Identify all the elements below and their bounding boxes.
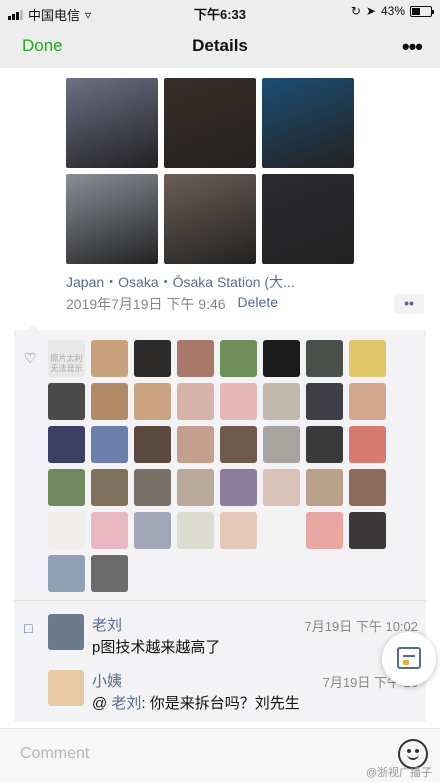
like-avatar[interactable] xyxy=(306,383,343,420)
like-avatar[interactable] xyxy=(48,555,85,592)
like-avatar[interactable] xyxy=(91,340,128,377)
comment-action-button[interactable]: •• xyxy=(394,294,424,314)
divider xyxy=(14,600,426,601)
battery-icon xyxy=(410,5,434,17)
delete-button[interactable]: Delete xyxy=(238,294,278,314)
comment-body: : 你是来拆台吗？刘先生 xyxy=(141,695,300,712)
post-photo[interactable] xyxy=(66,78,158,168)
like-avatar[interactable] xyxy=(349,383,386,420)
like-avatar[interactable] xyxy=(306,512,343,549)
like-avatar[interactable] xyxy=(220,340,257,377)
like-avatar[interactable] xyxy=(263,469,300,506)
like-avatar[interactable] xyxy=(134,340,171,377)
like-avatar[interactable] xyxy=(48,426,85,463)
like-avatar[interactable] xyxy=(91,512,128,549)
like-avatar[interactable] xyxy=(220,383,257,420)
likes-grid: 照片太利 无法显示 xyxy=(48,340,418,592)
status-right: ↻ ➤ 43% xyxy=(350,4,434,18)
like-avatar[interactable] xyxy=(349,469,386,506)
like-avatar[interactable] xyxy=(306,469,343,506)
like-avatar[interactable] xyxy=(177,340,214,377)
like-avatar[interactable] xyxy=(263,340,300,377)
nav-bar: Done Details ••• xyxy=(0,24,440,68)
post-photo[interactable] xyxy=(164,174,256,264)
status-bar: 中国电信 ▿ 下午6:33 ↻ ➤ 43% xyxy=(0,0,440,24)
like-avatar[interactable] xyxy=(48,383,85,420)
like-avatar[interactable] xyxy=(134,426,171,463)
comment-author[interactable]: 小姨 xyxy=(92,670,122,691)
post-photo[interactable] xyxy=(66,174,158,264)
orientation-lock-icon: ↻ xyxy=(350,4,361,18)
avatar[interactable] xyxy=(48,670,84,706)
comment-text: p图技术越来越高了 xyxy=(92,639,221,656)
comment-prefix: @ xyxy=(92,695,112,712)
like-avatar[interactable] xyxy=(263,426,300,463)
like-avatar[interactable] xyxy=(177,469,214,506)
mention-link[interactable]: 老刘 xyxy=(111,695,141,712)
comment-text: @ 老刘: 你是来拆台吗？刘先生 xyxy=(92,692,300,713)
like-avatar[interactable] xyxy=(177,383,214,420)
photo-grid xyxy=(66,78,354,264)
comment-icon: □ xyxy=(24,620,33,636)
comment-input[interactable]: Comment xyxy=(20,745,89,763)
post-photo[interactable] xyxy=(262,78,354,168)
like-avatar[interactable] xyxy=(91,426,128,463)
like-avatar[interactable] xyxy=(263,512,300,549)
like-avatar[interactable] xyxy=(134,469,171,506)
like-avatar-placeholder[interactable]: 照片太利 无法显示 xyxy=(48,340,85,377)
interaction-panel: ♡ 照片太利 无法显示 □ 老刘 7月19日 下午 10:02 p图技术越来越高… xyxy=(14,330,426,722)
post-photo[interactable] xyxy=(262,174,354,264)
page-title: Details xyxy=(192,36,248,55)
post-photo[interactable] xyxy=(164,78,256,168)
like-avatar[interactable] xyxy=(306,340,343,377)
more-icon[interactable]: ••• xyxy=(402,34,423,60)
like-avatar[interactable] xyxy=(220,426,257,463)
like-avatar[interactable] xyxy=(220,469,257,506)
like-avatar[interactable] xyxy=(134,383,171,420)
like-avatar[interactable] xyxy=(91,383,128,420)
like-avatar[interactable] xyxy=(48,469,85,506)
like-avatar[interactable] xyxy=(91,469,128,506)
floating-window-button[interactable] xyxy=(382,632,436,686)
like-avatar[interactable] xyxy=(349,340,386,377)
heart-icon: ♡ xyxy=(24,350,37,366)
avatar[interactable] xyxy=(48,614,84,650)
like-avatar[interactable] xyxy=(349,512,386,549)
watermark: @浙视广播子 xyxy=(365,767,432,779)
battery-percent: 43% xyxy=(380,4,405,18)
like-avatar[interactable] xyxy=(349,426,386,463)
like-avatar[interactable] xyxy=(306,426,343,463)
location-icon: ➤ xyxy=(365,4,376,18)
like-avatar[interactable] xyxy=(134,512,171,549)
like-avatar[interactable] xyxy=(220,512,257,549)
like-avatar[interactable] xyxy=(263,383,300,420)
post-timestamp: 2019年7月19日 下午 9:46 xyxy=(66,296,226,312)
like-avatar[interactable] xyxy=(48,512,85,549)
location-link[interactable]: Japan・Osaka・Ōsaka Station (大... xyxy=(66,272,295,292)
floating-window-icon xyxy=(397,647,421,669)
like-avatar[interactable] xyxy=(177,512,214,549)
like-avatar[interactable] xyxy=(177,426,214,463)
post-meta: 2019年7月19日 下午 9:46 Delete xyxy=(66,294,278,314)
like-avatar[interactable] xyxy=(91,555,128,592)
comment-author[interactable]: 老刘 xyxy=(92,614,122,635)
